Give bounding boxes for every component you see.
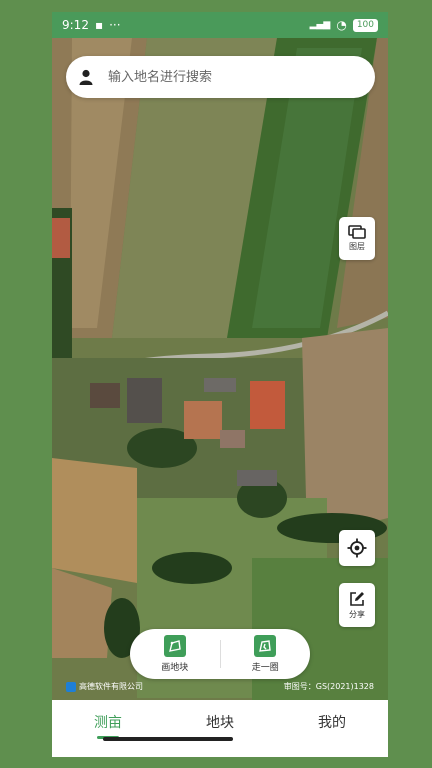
crosshair-icon: [347, 538, 367, 558]
map-review-number: 审图号：GS(2021)1328: [283, 682, 374, 691]
draw-plot-icon: [163, 635, 186, 657]
map-attribution: 高德软件有限公司: [66, 681, 143, 692]
wifi-icon: ◔: [336, 18, 347, 32]
status-bar: 9:12 ▪ ··· ▂▄▆ ◔ 100: [52, 12, 388, 38]
draw-plot-label: 画地块: [161, 663, 189, 673]
tab-measure-label: 测亩: [94, 715, 122, 731]
tab-mine[interactable]: 我的: [276, 700, 388, 757]
walk-circle-button[interactable]: 走一圈: [221, 635, 311, 673]
draw-plot-button[interactable]: 画地块: [130, 635, 220, 673]
battery-icon: 100: [352, 18, 378, 32]
layers-button[interactable]: 图层: [339, 217, 375, 260]
layers-icon: [348, 225, 366, 239]
signal-icon: ▂▄▆: [309, 20, 331, 30]
tab-mine-label: 我的: [318, 715, 346, 731]
satellite-map[interactable]: [52, 38, 388, 700]
measure-actions: 画地块 走一圈: [130, 629, 310, 679]
share-button[interactable]: 分享: [339, 583, 375, 627]
search-input[interactable]: [106, 68, 350, 86]
tab-plots-label: 地块: [206, 715, 234, 731]
tab-plots[interactable]: 地块: [164, 700, 276, 757]
edit-share-icon: [350, 591, 364, 606]
bottom-tab-bar: 测亩 地块 我的: [52, 700, 388, 757]
layers-label: 图层: [349, 242, 365, 251]
locate-button[interactable]: [339, 530, 375, 566]
attribution-text: 高德软件有限公司: [79, 682, 143, 691]
tab-measure[interactable]: 测亩: [52, 700, 164, 757]
amap-logo-icon: [66, 681, 76, 692]
phone-screen: 9:12 ▪ ··· ▂▄▆ ◔ 100 输入地名进行搜索 图层 分享 画地块 …: [52, 12, 388, 757]
status-time: 9:12: [62, 18, 89, 32]
walk-circle-icon: [254, 635, 277, 657]
notification-icon: ▪: [94, 18, 104, 32]
share-label: 分享: [349, 609, 365, 619]
user-icon[interactable]: [66, 69, 106, 85]
search-bar[interactable]: [66, 56, 375, 98]
home-indicator[interactable]: [103, 737, 233, 741]
walk-circle-label: 走一圈: [251, 663, 279, 673]
more-dots-icon: ···: [109, 18, 121, 32]
